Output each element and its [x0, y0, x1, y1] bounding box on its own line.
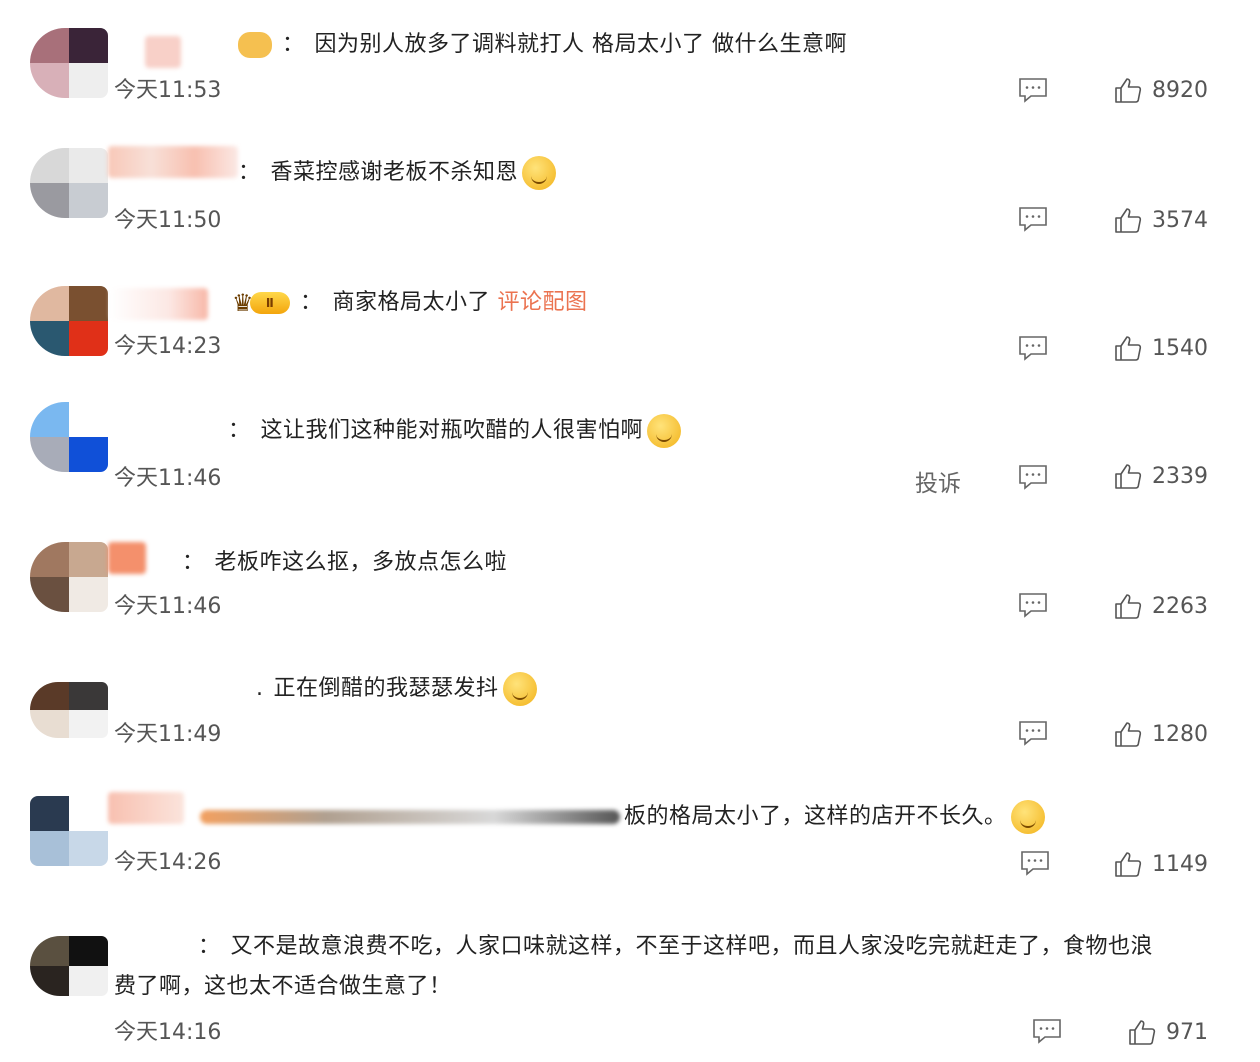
comment-text-line2: 费了啊，这也太不适合做生意了！ — [114, 974, 452, 999]
sweat-smile-emoji-icon — [502, 672, 537, 706]
like-count: 3574 — [1152, 207, 1208, 233]
avatar[interactable] — [30, 286, 108, 356]
comment-text: ：又不是故意浪费不吃，人家口味就这样，不至于这样吧，而且人家没吃完就赶走了，食物… — [198, 934, 1154, 959]
comment-time: 今天11:46 — [114, 466, 222, 491]
username[interactable] — [108, 792, 184, 824]
reply-icon[interactable] — [1018, 206, 1048, 232]
comment-text: ：这让我们这种能对瓶吹醋的人很害怕啊 — [228, 412, 682, 448]
reply-icon[interactable] — [1020, 850, 1050, 876]
username[interactable] — [108, 146, 238, 178]
smile-emoji-icon — [1010, 800, 1045, 834]
reply-icon[interactable] — [1018, 464, 1048, 490]
like-button[interactable]: 2263 — [1114, 592, 1208, 620]
thumbs-up-icon — [1115, 336, 1142, 361]
avatar[interactable] — [30, 682, 108, 738]
like-button[interactable]: 1149 — [1114, 850, 1208, 878]
comment-time: 今天11:53 — [114, 78, 222, 103]
avatar[interactable] — [30, 542, 108, 612]
reply-icon[interactable] — [1018, 77, 1048, 103]
vip-badge-icon: ♛ Ⅱ — [232, 289, 291, 317]
comment-time: 今天11:50 — [114, 208, 222, 233]
avatar[interactable] — [30, 148, 108, 218]
like-button[interactable]: 971 — [1128, 1018, 1208, 1046]
comment-text: 板的格局太小了，这样的店开不长久。 — [200, 798, 1045, 834]
report-button[interactable]: 投诉 — [915, 464, 961, 498]
username[interactable] — [145, 36, 181, 68]
comment-item: . 正在倒醋的我瑟瑟发抖 今天11:49 1280 — [0, 642, 1260, 770]
crying-emoji-icon — [522, 156, 557, 190]
like-count: 1540 — [1152, 335, 1208, 361]
thumbs-up-icon — [1129, 1020, 1156, 1045]
username[interactable] — [108, 542, 146, 574]
avatar[interactable] — [30, 796, 108, 866]
username[interactable] — [110, 288, 208, 320]
comment-item: ：老板咋这么抠，多放点怎么啦 今天11:46 2263 — [0, 514, 1260, 642]
comment-image-link[interactable]: 评论配图 — [498, 290, 588, 315]
like-button[interactable]: 1540 — [1114, 334, 1208, 362]
comment-item: ：香菜控感谢老板不杀知恩 今天11:50 3574 — [0, 128, 1260, 256]
like-count: 1149 — [1152, 851, 1208, 877]
comment-text: ♛ Ⅱ：商家格局太小了 评论配图 — [232, 289, 588, 317]
redacted-text — [200, 810, 620, 824]
comment-text: ：老板咋这么抠，多放点怎么啦 — [182, 550, 508, 575]
like-button[interactable]: 3574 — [1114, 206, 1208, 234]
thumbs-up-icon — [1115, 852, 1142, 877]
like-button[interactable]: 8920 — [1114, 76, 1208, 104]
comment-text: . 正在倒醋的我瑟瑟发抖 — [256, 670, 537, 706]
like-count: 971 — [1166, 1019, 1208, 1045]
thumbs-up-icon — [1115, 464, 1142, 489]
comment-time: 今天11:49 — [114, 722, 222, 747]
comment-text: ：因为别人放多了调料就打人 格局太小了 做什么生意啊 — [238, 26, 847, 58]
comment-time: 今天11:46 — [114, 594, 222, 619]
like-count: 8920 — [1152, 77, 1208, 103]
comment-item: 板的格局太小了，这样的店开不长久。 今天14:26 1149 — [0, 770, 1260, 900]
thumbs-up-icon — [1115, 208, 1142, 233]
comment-time: 今天14:23 — [114, 334, 222, 359]
comment-item: ♛ Ⅱ：商家格局太小了 评论配图 今天14:23 1540 — [0, 256, 1260, 384]
comment-time: 今天14:26 — [114, 850, 222, 875]
comment-time: 今天14:16 — [114, 1020, 222, 1045]
reply-icon[interactable] — [1018, 720, 1048, 746]
laughing-emoji-icon — [647, 414, 682, 448]
comment-text: ：香菜控感谢老板不杀知恩 — [238, 154, 557, 190]
avatar[interactable] — [30, 402, 108, 472]
like-button[interactable]: 2339 — [1114, 462, 1208, 490]
comment-item: ：又不是故意浪费不吃，人家口味就这样，不至于这样吧，而且人家没吃完就赶走了，食物… — [0, 900, 1260, 1062]
vip-badge-icon — [238, 32, 272, 58]
thumbs-up-icon — [1115, 722, 1142, 747]
like-button[interactable]: 1280 — [1114, 720, 1208, 748]
reply-icon[interactable] — [1018, 335, 1048, 361]
avatar[interactable] — [30, 936, 108, 996]
reply-icon[interactable] — [1018, 592, 1048, 618]
like-count: 1280 — [1152, 721, 1208, 747]
comment-item: ：因为别人放多了调料就打人 格局太小了 做什么生意啊 今天11:53 8920 — [0, 0, 1260, 128]
like-count: 2339 — [1152, 463, 1208, 489]
thumbs-up-icon — [1115, 594, 1142, 619]
comment-item: ：这让我们这种能对瓶吹醋的人很害怕啊 今天11:46 投诉 2339 — [0, 384, 1260, 514]
avatar[interactable] — [30, 28, 108, 98]
like-count: 2263 — [1152, 593, 1208, 619]
thumbs-up-icon — [1115, 78, 1142, 103]
reply-icon[interactable] — [1032, 1018, 1062, 1044]
